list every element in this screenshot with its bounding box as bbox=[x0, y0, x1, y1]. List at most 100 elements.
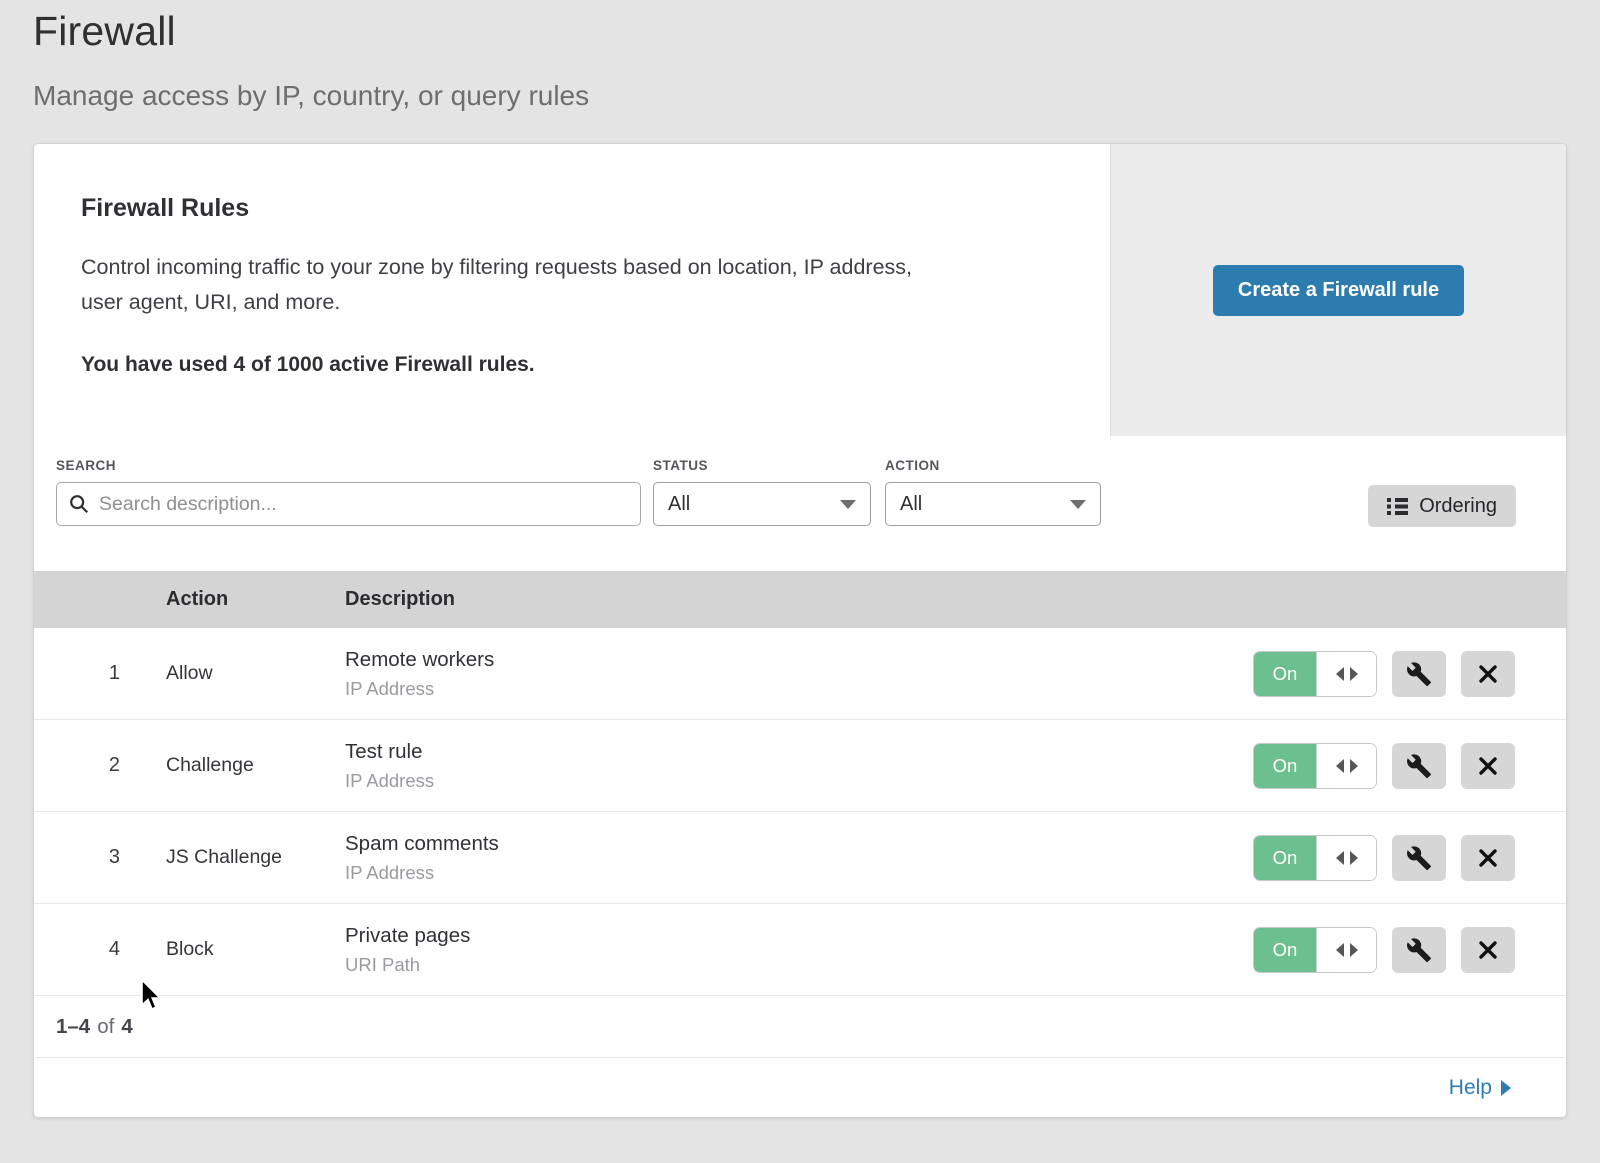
left-right-arrows-icon bbox=[1336, 851, 1358, 865]
close-icon bbox=[1477, 755, 1499, 777]
wrench-icon bbox=[1406, 661, 1432, 687]
help-link-label: Help bbox=[1449, 1076, 1492, 1100]
toggle-on-segment[interactable]: On bbox=[1254, 652, 1316, 696]
intro-section: Firewall Rules Control incoming traffic … bbox=[34, 144, 1566, 436]
rule-description: Test rule bbox=[345, 740, 1253, 764]
rule-priority: 1 bbox=[34, 662, 166, 685]
toggle-switch-segment[interactable] bbox=[1316, 744, 1376, 788]
card-footer: Help bbox=[34, 1058, 1566, 1117]
edit-rule-button[interactable] bbox=[1392, 743, 1446, 789]
rule-description-cell: Remote workers IP Address bbox=[345, 648, 1253, 700]
pagination-total: 4 bbox=[121, 1015, 132, 1039]
rule-action: Block bbox=[166, 938, 345, 961]
rule-field-type: IP Address bbox=[345, 770, 1253, 792]
delete-rule-button[interactable] bbox=[1461, 651, 1515, 697]
rule-enabled-toggle[interactable]: On bbox=[1253, 835, 1377, 881]
pagination-range: 1–4 bbox=[56, 1015, 90, 1039]
left-right-arrows-icon bbox=[1336, 667, 1358, 681]
edit-rule-button[interactable] bbox=[1392, 835, 1446, 881]
rule-controls: On bbox=[1253, 927, 1566, 973]
ordering-button[interactable]: Ordering bbox=[1368, 485, 1516, 527]
rule-description: Private pages bbox=[345, 924, 1253, 948]
create-rule-panel: Create a Firewall rule bbox=[1110, 144, 1566, 436]
help-link[interactable]: Help bbox=[1449, 1076, 1511, 1100]
toggle-on-segment[interactable]: On bbox=[1254, 836, 1316, 880]
delete-rule-button[interactable] bbox=[1461, 927, 1515, 973]
search-icon bbox=[68, 493, 90, 515]
table-row: 2 Challenge Test rule IP Address On bbox=[34, 720, 1566, 812]
rule-priority: 2 bbox=[34, 754, 166, 777]
pagination-bar: 1–4 of 4 bbox=[34, 996, 1566, 1058]
rule-action: JS Challenge bbox=[166, 846, 345, 869]
action-column-header: Action bbox=[166, 588, 345, 611]
create-firewall-rule-button[interactable]: Create a Firewall rule bbox=[1213, 265, 1464, 316]
close-icon bbox=[1477, 847, 1499, 869]
search-label: SEARCH bbox=[56, 458, 641, 473]
rule-field-type: IP Address bbox=[345, 678, 1253, 700]
firewall-rules-card: Firewall Rules Control incoming traffic … bbox=[33, 143, 1567, 1118]
action-selected-value: All bbox=[900, 493, 922, 516]
rule-field-type: URI Path bbox=[345, 954, 1253, 976]
list-icon bbox=[1387, 497, 1408, 516]
rules-usage-text: You have used 4 of 1000 active Firewall … bbox=[81, 353, 1070, 377]
table-header: Action Description bbox=[34, 571, 1566, 628]
action-label: ACTION bbox=[885, 458, 1101, 473]
pagination-separator: of bbox=[97, 1015, 114, 1039]
page-title: Firewall bbox=[33, 8, 176, 55]
rule-controls: On bbox=[1253, 651, 1566, 697]
rule-description: Spam comments bbox=[345, 832, 1253, 856]
delete-rule-button[interactable] bbox=[1461, 835, 1515, 881]
rule-enabled-toggle[interactable]: On bbox=[1253, 927, 1377, 973]
rule-enabled-toggle[interactable]: On bbox=[1253, 651, 1377, 697]
table-body: 1 Allow Remote workers IP Address On bbox=[34, 628, 1566, 996]
table-row: 1 Allow Remote workers IP Address On bbox=[34, 628, 1566, 720]
toggle-on-segment[interactable]: On bbox=[1254, 928, 1316, 972]
action-select[interactable]: All bbox=[885, 482, 1101, 526]
edit-rule-button[interactable] bbox=[1392, 927, 1446, 973]
rule-enabled-toggle[interactable]: On bbox=[1253, 743, 1377, 789]
rule-action: Challenge bbox=[166, 754, 345, 777]
toggle-switch-segment[interactable] bbox=[1316, 652, 1376, 696]
rule-field-type: IP Address bbox=[345, 862, 1253, 884]
status-label: STATUS bbox=[653, 458, 871, 473]
left-right-arrows-icon bbox=[1336, 943, 1358, 957]
wrench-icon bbox=[1406, 937, 1432, 963]
chevron-down-icon bbox=[840, 500, 856, 509]
search-filter-group: SEARCH bbox=[56, 458, 641, 526]
wrench-icon bbox=[1406, 753, 1432, 779]
triangle-right-icon bbox=[1501, 1080, 1511, 1096]
description-column-header: Description bbox=[345, 588, 1566, 611]
rule-description: Remote workers bbox=[345, 648, 1253, 672]
rule-description-cell: Private pages URI Path bbox=[345, 924, 1253, 976]
rule-controls: On bbox=[1253, 743, 1566, 789]
action-filter-group: ACTION All bbox=[885, 458, 1101, 526]
toggle-switch-segment[interactable] bbox=[1316, 928, 1376, 972]
search-input[interactable] bbox=[56, 482, 641, 526]
toggle-switch-segment[interactable] bbox=[1316, 836, 1376, 880]
rule-controls: On bbox=[1253, 835, 1566, 881]
status-selected-value: All bbox=[668, 493, 690, 516]
card-heading: Firewall Rules bbox=[81, 194, 1070, 223]
rule-priority: 3 bbox=[34, 846, 166, 869]
filters-bar: SEARCH STATUS All ACTION All bbox=[34, 436, 1566, 571]
toggle-on-segment[interactable]: On bbox=[1254, 744, 1316, 788]
table-row: 3 JS Challenge Spam comments IP Address … bbox=[34, 812, 1566, 904]
status-filter-group: STATUS All bbox=[653, 458, 871, 526]
intro-text-block: Firewall Rules Control incoming traffic … bbox=[34, 144, 1110, 436]
rule-action: Allow bbox=[166, 662, 345, 685]
card-description: Control incoming traffic to your zone by… bbox=[81, 250, 1041, 320]
edit-rule-button[interactable] bbox=[1392, 651, 1446, 697]
close-icon bbox=[1477, 663, 1499, 685]
table-row: 4 Block Private pages URI Path On bbox=[34, 904, 1566, 996]
ordering-button-label: Ordering bbox=[1419, 495, 1497, 518]
page-subtitle: Manage access by IP, country, or query r… bbox=[33, 80, 589, 112]
left-right-arrows-icon bbox=[1336, 759, 1358, 773]
rule-priority: 4 bbox=[34, 938, 166, 961]
wrench-icon bbox=[1406, 845, 1432, 871]
rule-description-cell: Test rule IP Address bbox=[345, 740, 1253, 792]
chevron-down-icon bbox=[1070, 500, 1086, 509]
status-select[interactable]: All bbox=[653, 482, 871, 526]
close-icon bbox=[1477, 939, 1499, 961]
rule-description-cell: Spam comments IP Address bbox=[345, 832, 1253, 884]
delete-rule-button[interactable] bbox=[1461, 743, 1515, 789]
